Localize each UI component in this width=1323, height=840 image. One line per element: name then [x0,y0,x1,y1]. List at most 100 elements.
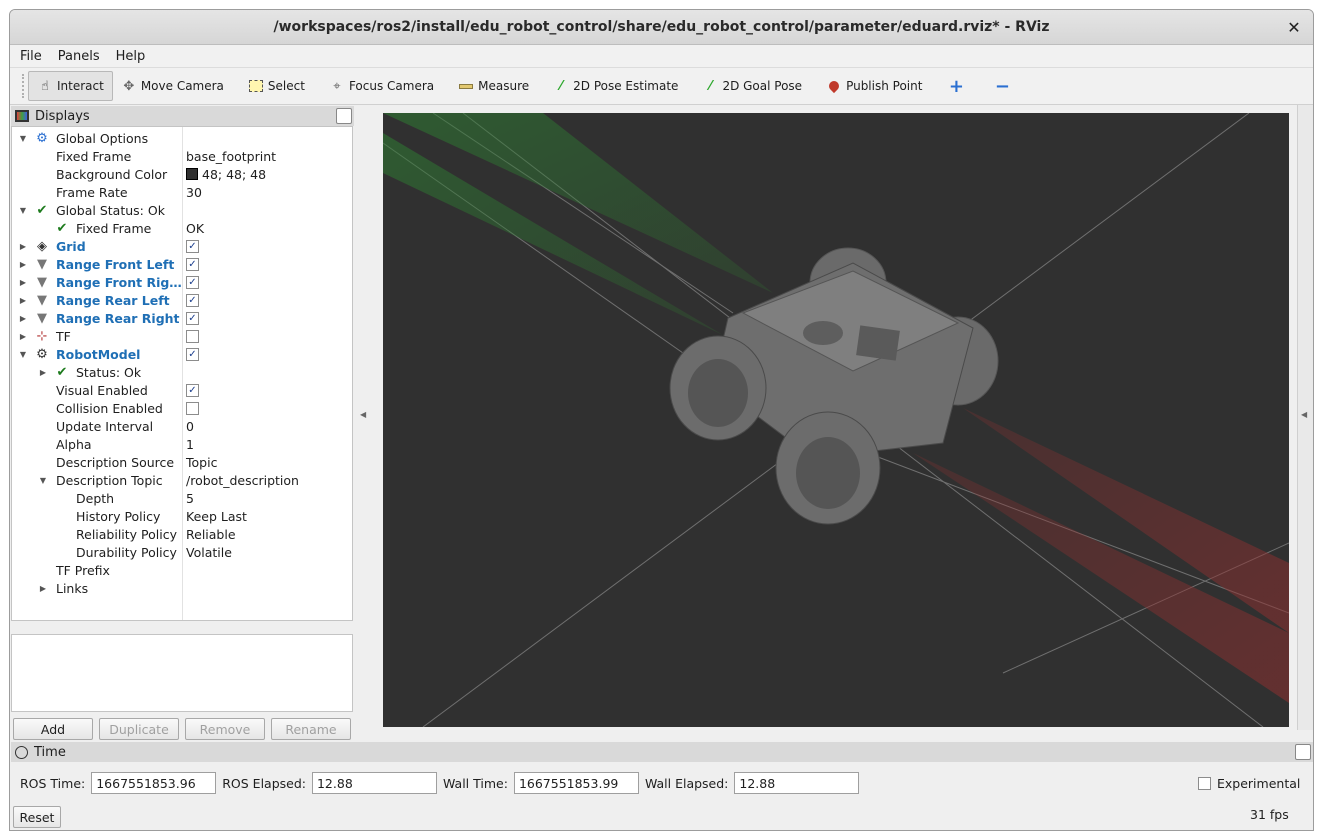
display-row-value[interactable]: base_footprint [186,149,276,164]
title-bar[interactable]: /workspaces/ros2/install/edu_robot_contr… [10,10,1313,45]
display-row-value[interactable]: Keep Last [186,509,247,524]
expand-arrow-icon[interactable]: ▶ [38,368,48,377]
collapse-arrow-icon[interactable]: ▼ [18,206,28,215]
display-row-value[interactable]: 5 [186,491,194,506]
display-row-label: Visual Enabled [56,382,148,398]
duplicate-button[interactable]: Duplicate [99,718,179,740]
display-row[interactable]: ▼ ⚙ RobotModel ✓ [12,345,352,363]
display-row-value-text: 0 [186,418,194,434]
display-row-value[interactable]: 0 [186,419,194,434]
display-row[interactable]: Frame Rate 30 [12,183,352,201]
display-row[interactable]: Visual Enabled ✓ [12,381,352,399]
experimental-toggle[interactable]: Experimental [1198,776,1300,791]
display-row[interactable]: Fixed Frame base_footprint [12,147,352,165]
expand-arrow-icon[interactable]: ▶ [38,584,48,593]
display-row[interactable]: ▶ ▼ Range Rear Right ✓ [12,309,352,327]
wall-elapsed-field[interactable]: 12.88 [734,772,860,794]
display-row[interactable]: Alpha 1 [12,435,352,453]
display-row[interactable]: ▼ ⚙ Global Options [12,129,352,147]
expand-arrow-icon[interactable]: ▶ [18,332,28,341]
display-row-label: Global Status: Ok [56,202,165,218]
close-icon[interactable]: ✕ [1283,16,1305,38]
collapse-right-icon[interactable]: ◀ [1301,410,1307,419]
display-row[interactable]: Reliability Policy Reliable [12,525,352,543]
display-checkbox[interactable]: ✓ [186,239,199,253]
select-tool[interactable]: Select [240,71,313,101]
display-row-value[interactable]: Volatile [186,545,232,560]
reset-button[interactable]: Reset [13,806,61,828]
display-row-value[interactable]: Topic [186,455,217,470]
remove-button[interactable]: Remove [185,718,265,740]
display-row[interactable]: ▶ ◈ Grid ✓ [12,237,352,255]
display-checkbox[interactable]: ✓ [186,293,199,307]
display-row[interactable]: ▼ Description Topic/robot_description [12,471,352,489]
display-row[interactable]: ▶ ▼ Range Front Left ✓ [12,255,352,273]
toolbar-grip[interactable] [22,74,26,98]
wall-time-field[interactable]: 1667551853.99 [513,772,639,794]
display-row[interactable]: TF Prefix [12,561,352,579]
collapse-arrow-icon[interactable]: ▼ [38,476,48,485]
pose-estimate-tool[interactable]: ⁄ 2D Pose Estimate [545,71,686,101]
add-button[interactable]: Add [13,718,93,740]
range-cone-icon: ▼ [37,292,47,308]
focus-camera-tool[interactable]: ⌖ Focus Camera [321,71,442,101]
expand-arrow-icon[interactable]: ▶ [18,260,28,269]
display-row-label: Range Front Rig… [56,274,182,290]
undock-button[interactable] [336,108,352,124]
display-row[interactable]: Depth 5 [12,489,352,507]
collapse-left-icon[interactable]: ◀ [360,410,366,419]
display-checkbox[interactable]: ✓ [186,383,199,397]
remove-tool-button[interactable]: − [986,71,1022,101]
experimental-checkbox[interactable] [1198,777,1211,790]
render-view[interactable] [383,113,1289,727]
display-row-value[interactable]: OK [186,221,204,236]
display-row[interactable]: Update Interval 0 [12,417,352,435]
display-checkbox[interactable]: ✓ [186,275,199,289]
ros-elapsed-field[interactable]: 12.88 [311,772,437,794]
display-row[interactable]: ▼ ✔ Global Status: Ok [12,201,352,219]
display-row[interactable]: ▶ ✔ Status: Ok [12,363,352,381]
rename-button[interactable]: Rename [271,718,351,740]
display-row-value[interactable]: 1 [186,437,194,452]
goal-pose-tool[interactable]: ⁄ 2D Goal Pose [694,71,810,101]
display-row[interactable]: History Policy Keep Last [12,507,352,525]
display-checkbox[interactable]: ✓ [186,257,199,271]
green-arrow-icon: ⁄ [709,78,712,94]
move-camera-tool[interactable]: ✥ Move Camera [113,71,232,101]
display-row[interactable]: ▶ ⊹ TF [12,327,352,345]
interact-tool[interactable]: ☝ Interact [28,71,113,101]
undock-time-button[interactable] [1295,744,1311,760]
add-tool-button[interactable]: + [940,71,976,101]
display-row[interactable]: ▶ Links [12,579,352,597]
display-row[interactable]: Description Source Topic [12,453,352,471]
hand-pointer-icon: ☝ [41,78,49,94]
display-row[interactable]: ✔ Fixed Frame OK [12,219,352,237]
expand-arrow-icon[interactable]: ▶ [18,242,28,251]
collapse-arrow-icon[interactable]: ▼ [18,350,28,359]
display-row[interactable]: Durability Policy Volatile [12,543,352,561]
ros-time-field[interactable]: 1667551853.96 [91,772,217,794]
display-row[interactable]: ▶ ▼ Range Front Rig… ✓ [12,273,352,291]
menu-panels[interactable]: Panels [50,49,108,64]
display-row[interactable]: Collision Enabled [12,399,352,417]
display-row-value[interactable]: 48; 48; 48 [186,167,266,182]
collapse-arrow-icon[interactable]: ▼ [18,134,28,143]
display-checkbox[interactable] [186,401,199,415]
display-checkbox[interactable]: ✓ [186,311,199,325]
display-checkbox[interactable] [186,329,199,343]
publish-point-tool[interactable]: Publish Point [818,71,930,101]
measure-tool[interactable]: Measure [450,71,537,101]
minus-icon: − [994,75,1010,97]
display-row[interactable]: Background Color 48; 48; 48 [12,165,352,183]
display-row-value[interactable]: 30 [186,185,202,200]
expand-arrow-icon[interactable]: ▶ [18,278,28,287]
menu-file[interactable]: File [12,49,50,64]
expand-arrow-icon[interactable]: ▶ [18,314,28,323]
menu-help[interactable]: Help [108,49,154,64]
display-row[interactable]: ▶ ▼ Range Rear Left ✓ [12,291,352,309]
display-row-value[interactable]: /robot_description [186,473,299,488]
expand-arrow-icon[interactable]: ▶ [18,296,28,305]
display-row-label: Depth [76,490,115,506]
display-row-value[interactable]: Reliable [186,527,236,542]
display-checkbox[interactable]: ✓ [186,347,199,361]
